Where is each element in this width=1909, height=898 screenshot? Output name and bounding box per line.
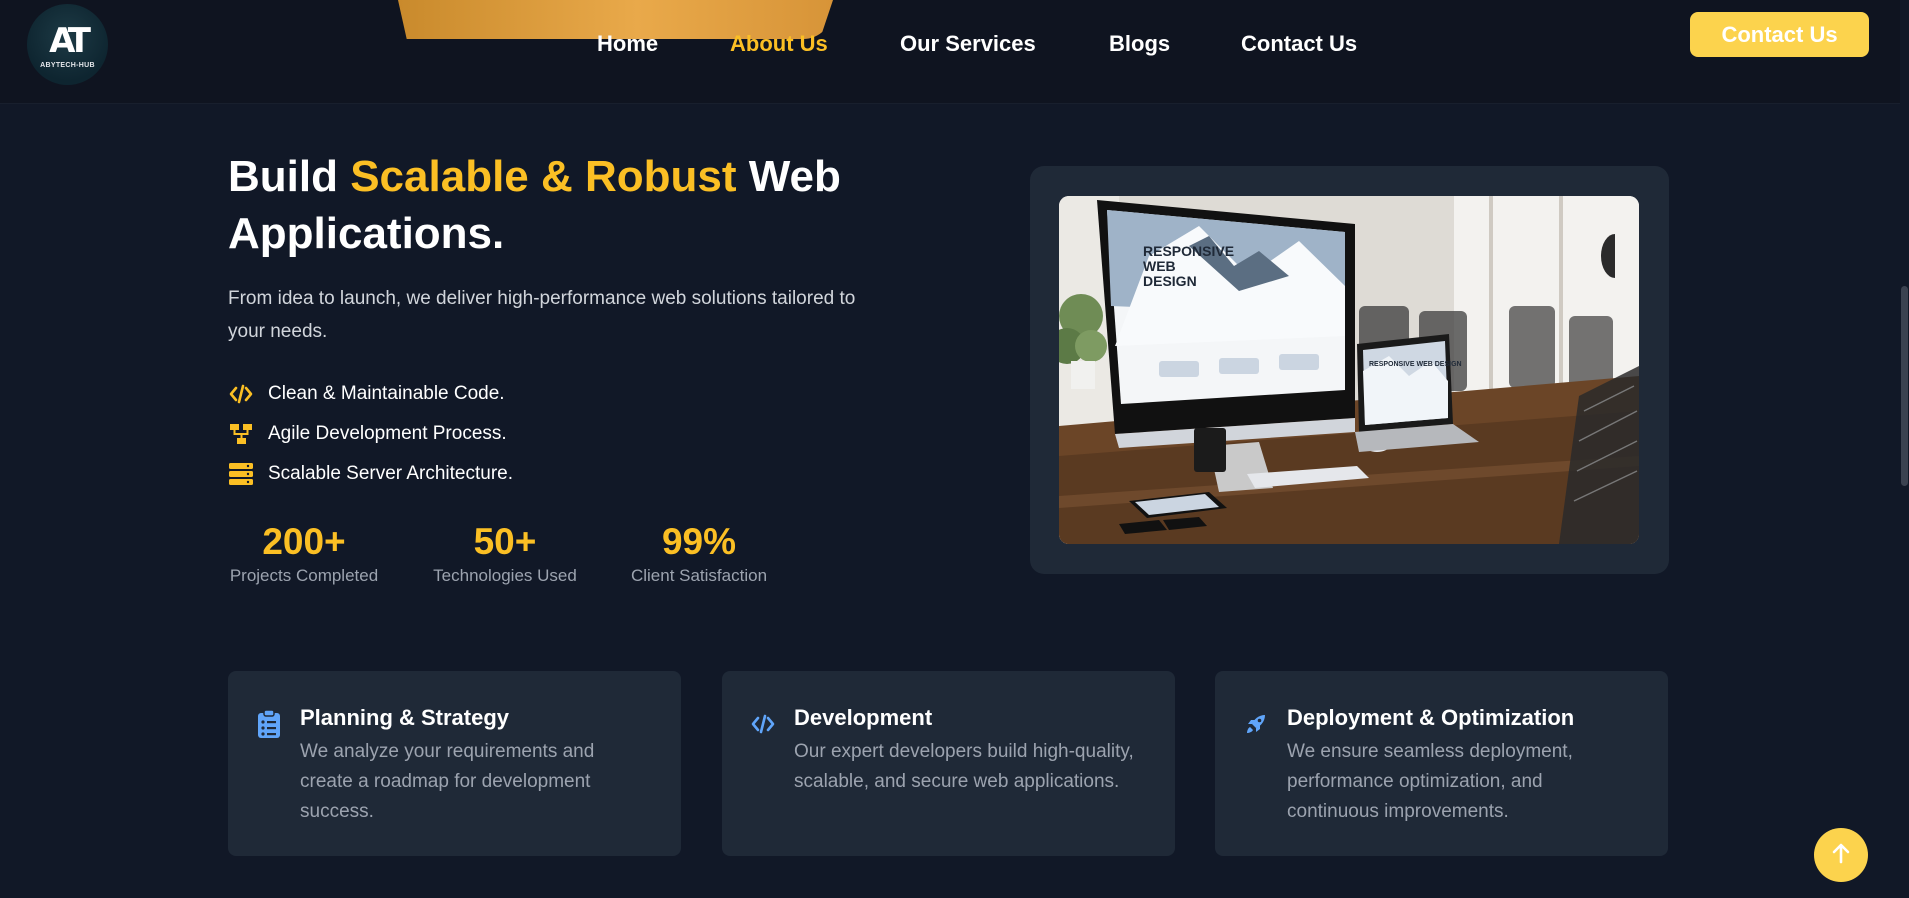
clipboard-list-icon [254, 709, 284, 739]
logo-text: ABYTECH-HUB [40, 62, 95, 69]
stat-value: 200+ [262, 521, 346, 562]
brand-logo[interactable]: AT ABYTECH-HUB [27, 4, 108, 85]
service-title: Planning & Strategy [300, 705, 510, 730]
screen-heading-2: WEB [1143, 258, 1176, 274]
hero-title-highlight: Scalable & Robust [350, 152, 737, 201]
feature-label: Clean & Maintainable Code. [268, 383, 505, 404]
service-description: We analyze your requirements and create … [300, 741, 595, 822]
screen-heading-3: DESIGN [1143, 273, 1197, 289]
contact-us-button[interactable]: Contact Us [1690, 12, 1869, 57]
screen-heading-1: RESPONSIVE [1143, 243, 1234, 259]
feature-list: Clean & Maintainable Code. Agile Develop… [228, 374, 513, 494]
stat-value: 50+ [473, 521, 537, 562]
stat-projects: 200+ Projects Completed [228, 520, 380, 586]
nav-contact-us[interactable]: Contact Us [1241, 31, 1357, 57]
laptop-heading: RESPONSIVE WEB DESIGN [1369, 361, 1462, 368]
stat-value: 99% [661, 521, 737, 562]
hero-title: Build Scalable & Robust Web Applications… [228, 148, 928, 262]
feature-item: Clean & Maintainable Code. [228, 374, 513, 414]
service-card-deployment: Deployment & Optimization We ensure seam… [1215, 671, 1668, 856]
nav-blogs[interactable]: Blogs [1109, 31, 1170, 57]
service-card-development: Development Our expert developers build … [722, 671, 1175, 856]
logo-mark: AT [49, 21, 91, 61]
page-scrollbar-thumb[interactable] [1901, 286, 1908, 486]
nav-our-services[interactable]: Our Services [900, 31, 1036, 57]
service-title: Development [794, 705, 933, 730]
rocket-icon [1241, 709, 1271, 739]
hero-image: RESPONSIVE WEB DESIGN RESPONSIVE WEB DES… [1059, 196, 1639, 544]
office-devices-illustration: RESPONSIVE WEB DESIGN RESPONSIVE WEB DES… [1059, 196, 1639, 544]
code-icon [228, 381, 254, 407]
scroll-to-top-button[interactable] [1814, 828, 1868, 882]
service-description: We ensure seamless deployment, performan… [1287, 741, 1573, 822]
service-description: Our expert developers build high-quality… [794, 741, 1134, 792]
feature-item: Scalable Server Architecture. [228, 454, 513, 494]
hero-subtitle: From idea to launch, we deliver high-per… [228, 288, 856, 342]
stat-label: Projects Completed [229, 566, 379, 585]
feature-item: Agile Development Process. [228, 414, 513, 454]
nav-about-us[interactable]: About Us [730, 31, 828, 57]
service-title: Deployment & Optimization [1287, 705, 1575, 730]
nav-home[interactable]: Home [597, 31, 658, 57]
stat-label: Client Satisfaction [630, 566, 768, 585]
stat-label: Technologies Used [433, 566, 577, 585]
sitemap-icon [228, 421, 254, 447]
code-icon [748, 709, 778, 739]
hero-title-pre: Build [228, 152, 351, 201]
stat-technologies: 50+ Technologies Used [431, 520, 579, 586]
site-header: AT ABYTECH-HUB Home About Us Our Service… [0, 0, 1909, 103]
hero-image-card: RESPONSIVE WEB DESIGN RESPONSIVE WEB DES… [1030, 166, 1669, 574]
service-card-planning: Planning & Strategy We analyze your requ… [228, 671, 681, 856]
stat-satisfaction: 99% Client Satisfaction [629, 520, 769, 586]
feature-label: Scalable Server Architecture. [268, 463, 514, 484]
server-icon [228, 461, 254, 487]
feature-label: Agile Development Process. [268, 423, 507, 444]
arrow-up-icon [1831, 842, 1851, 869]
